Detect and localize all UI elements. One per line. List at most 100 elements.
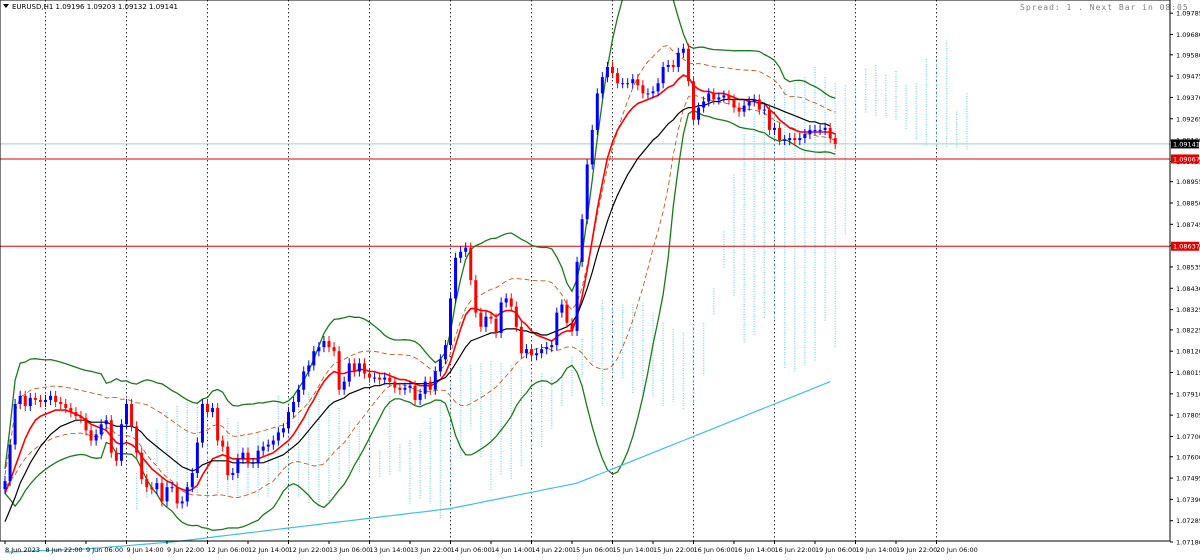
- candle-body: [590, 129, 594, 165]
- candle-body: [509, 298, 513, 307]
- candle-body: [200, 403, 204, 443]
- candle-body: [114, 452, 118, 461]
- candle-body: [757, 99, 761, 110]
- candle-body: [388, 377, 392, 382]
- y-tick-label: 1.09475: [1176, 73, 1200, 81]
- candle-body: [666, 64, 670, 67]
- candle-body: [246, 452, 250, 463]
- x-tick-label: 8 Jun 22:00: [46, 546, 83, 554]
- candle-body: [362, 363, 366, 374]
- candle-body: [292, 401, 296, 413]
- candle-body: [135, 426, 139, 453]
- symbol-line: EURUSD,H1 1.09196 1.09203 1.09132 1.0914…: [12, 3, 178, 11]
- candle-body: [59, 401, 63, 404]
- candle-body: [474, 280, 478, 313]
- candle-body: [524, 349, 528, 354]
- y-tick-label: 1.08325: [1176, 306, 1200, 314]
- candle-body: [565, 304, 569, 323]
- x-tick-label: 12 Jun 06:00: [208, 546, 249, 554]
- candle-body: [119, 424, 123, 461]
- y-tick-label: 1.08745: [1176, 221, 1200, 229]
- candle-body: [226, 446, 230, 476]
- candle-body: [661, 66, 665, 84]
- candle-body: [342, 381, 346, 390]
- candle-body: [443, 345, 447, 360]
- candle-body: [535, 353, 539, 356]
- candle-body: [287, 412, 290, 429]
- chart-background: [0, 0, 1200, 556]
- candle-body: [767, 109, 771, 130]
- y-tick-label: 1.07285: [1176, 517, 1200, 525]
- candle-body: [155, 483, 159, 490]
- candle-body: [484, 316, 488, 327]
- candle-body: [393, 381, 397, 388]
- x-tick-label: 16 Jun 14:00: [734, 546, 775, 554]
- candle-body: [449, 298, 452, 346]
- candle-body: [337, 351, 341, 390]
- x-tick-label: 16 Jun 06:00: [694, 546, 735, 554]
- x-tick-label: 13 Jun 22:00: [410, 546, 451, 554]
- candle-body: [600, 77, 604, 94]
- candle-body: [428, 381, 432, 390]
- candle-body: [180, 501, 184, 504]
- candle-body: [803, 133, 807, 139]
- x-tick-label: 12 Jun 14:00: [248, 546, 289, 554]
- candle-body: [38, 399, 42, 402]
- candle-body: [545, 347, 549, 350]
- candle-body: [266, 444, 270, 447]
- candle-body: [605, 66, 609, 78]
- candle-body: [175, 487, 179, 504]
- candle-body: [251, 462, 255, 464]
- candle-body: [626, 83, 630, 85]
- price-chart[interactable]: 1.097851.096801.095801.094751.093701.092…: [0, 0, 1200, 556]
- candle-body: [327, 341, 331, 348]
- candle-body: [798, 138, 802, 141]
- candle-body: [64, 403, 68, 409]
- chart-window[interactable]: 1.097851.096801.095801.094751.093701.092…: [0, 0, 1200, 556]
- candle-body: [206, 403, 209, 413]
- candle-body: [681, 48, 685, 53]
- candle-body: [368, 373, 371, 378]
- x-tick-label: 14 Jun 22:00: [532, 546, 573, 554]
- candle-body: [454, 257, 458, 299]
- candle-body: [413, 385, 417, 400]
- x-tick-label: 9 Jun 06:00: [86, 546, 123, 554]
- candle-body: [712, 93, 716, 100]
- candle-body: [99, 424, 103, 435]
- candle-body: [408, 385, 412, 388]
- x-tick-label: 19 Jun 22:00: [896, 546, 937, 554]
- y-tick-label: 1.09680: [1176, 31, 1200, 39]
- candle-body: [808, 129, 812, 134]
- y-tick-label: 1.07180: [1176, 539, 1200, 547]
- x-tick-label: 9 Jun 22:00: [167, 546, 204, 554]
- candle-body: [150, 487, 154, 490]
- candle-body: [281, 428, 285, 433]
- candle-body: [732, 99, 736, 108]
- candle-body: [44, 399, 47, 402]
- candle-body: [641, 85, 645, 94]
- y-tick-label: 1.08850: [1176, 200, 1200, 208]
- candle-body: [13, 403, 17, 445]
- candle-body: [494, 318, 498, 333]
- candle-body: [550, 345, 554, 348]
- candle-body: [646, 93, 650, 95]
- y-tick-label: 1.08015: [1176, 369, 1200, 377]
- candle-body: [833, 138, 837, 145]
- candle-body: [69, 408, 73, 413]
- candle-body: [231, 472, 235, 476]
- candle-body: [686, 48, 690, 82]
- y-tick-label: 1.09370: [1176, 94, 1200, 102]
- candle-body: [185, 487, 189, 502]
- candle-body: [276, 432, 280, 441]
- y-tick-label: 1.07700: [1176, 433, 1200, 441]
- candle-body: [28, 397, 32, 407]
- candle-body: [317, 347, 321, 352]
- y-tick-label: 1.09580: [1176, 51, 1200, 59]
- y-tick-label: 1.07600: [1176, 453, 1200, 461]
- candle-body: [145, 479, 149, 488]
- candle-body: [788, 138, 792, 141]
- y-tick-label: 1.08955: [1176, 178, 1200, 186]
- candle-body: [773, 127, 776, 130]
- candle-body: [742, 105, 746, 112]
- candle-body: [469, 247, 473, 281]
